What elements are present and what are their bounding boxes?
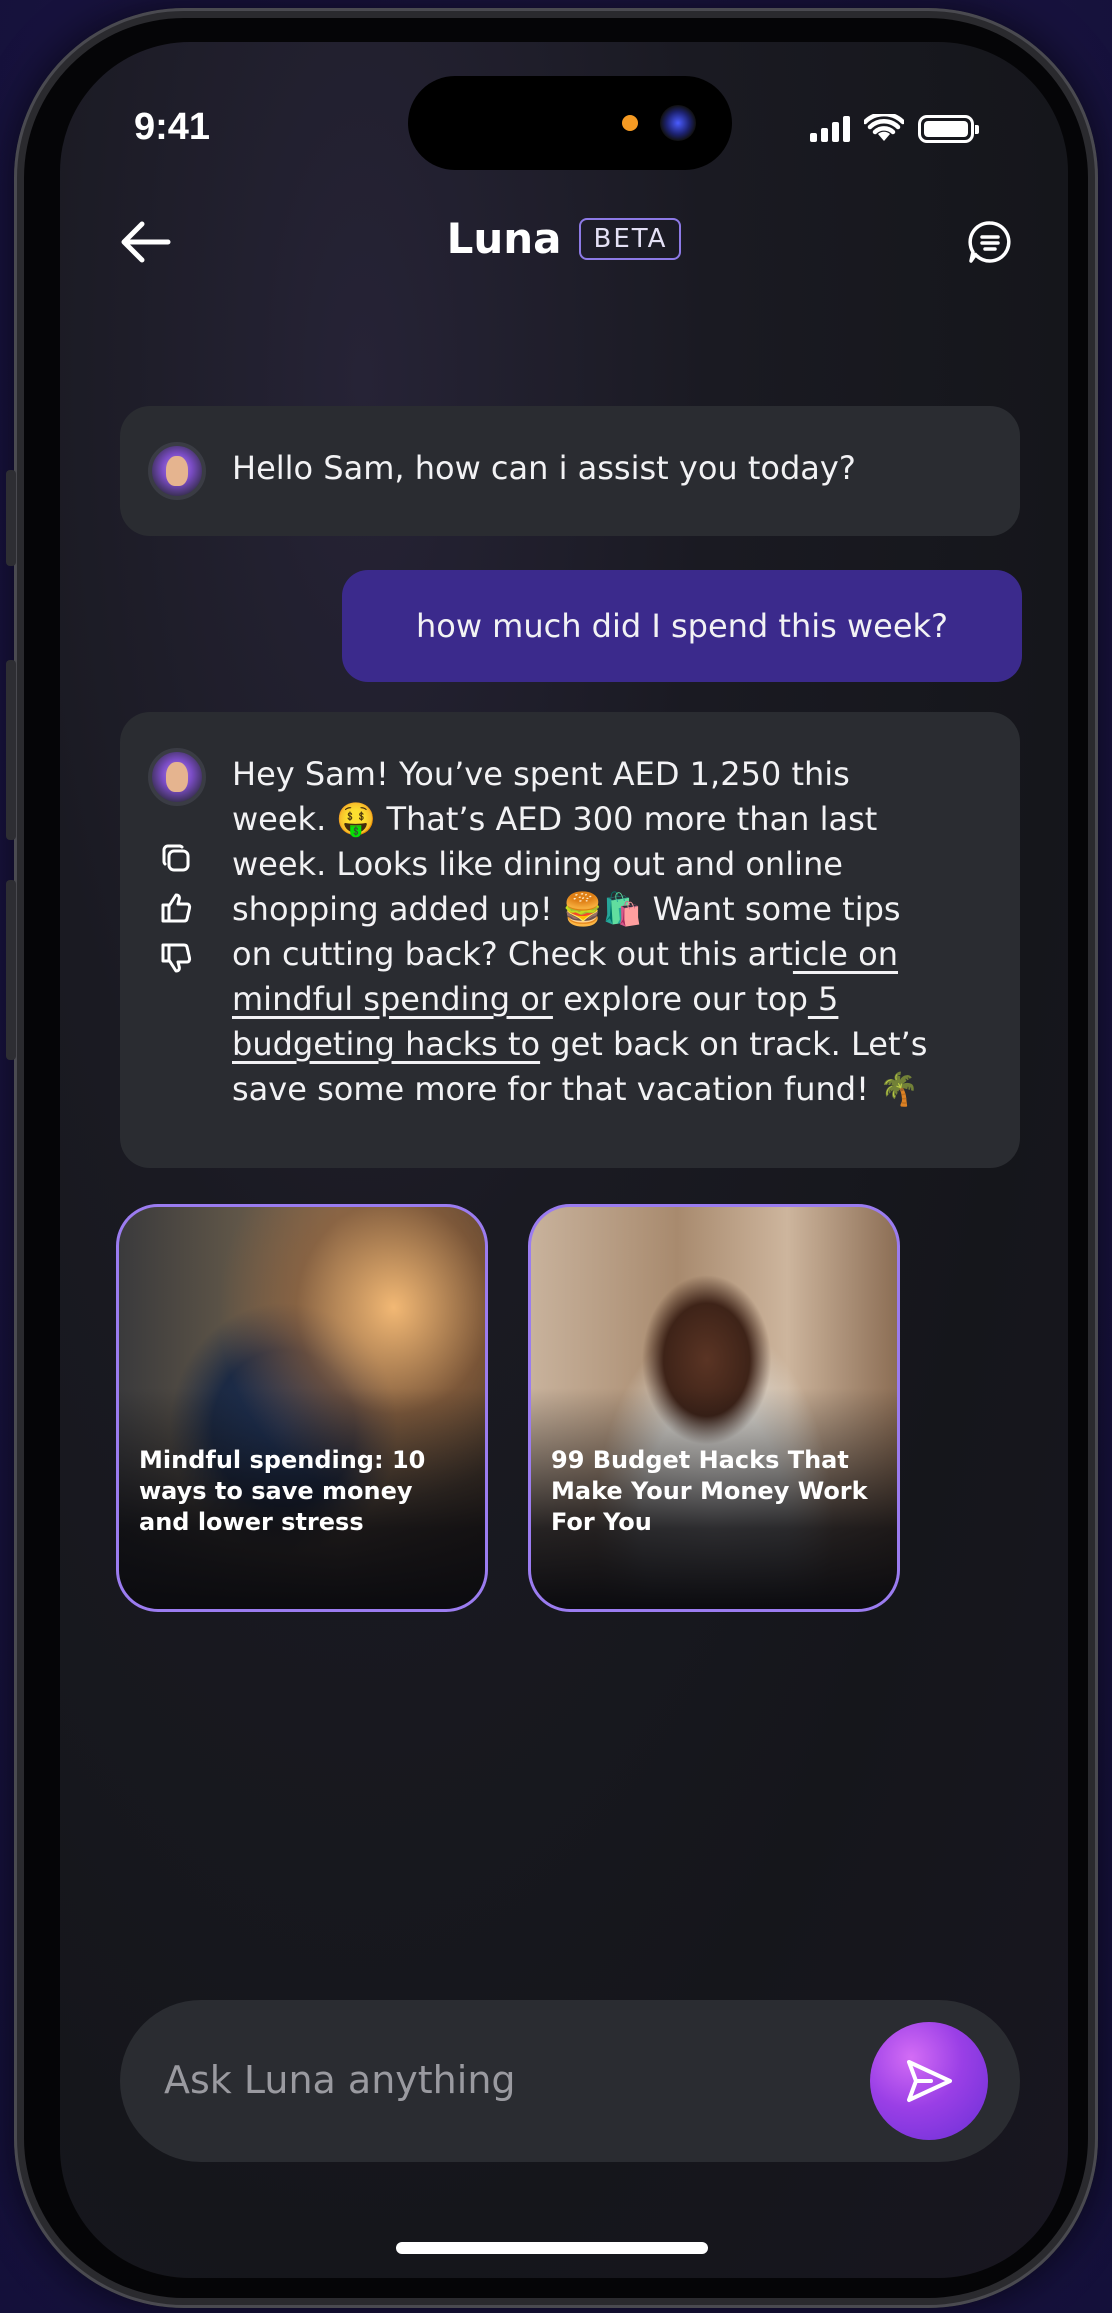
page-title: Luna (446, 214, 562, 263)
volume-up-button (6, 660, 16, 840)
camera-icon (660, 105, 696, 141)
reply-line: explore our top (552, 980, 808, 1018)
budgeting-hacks-link[interactable]: budgeting hacks to (232, 1025, 540, 1063)
ask-luna-input[interactable] (164, 2040, 844, 2120)
reply-line: Hey Sam! You’ve spent AED 1,250 this (232, 755, 850, 793)
article-card-mindful-spending[interactable]: Mindful spending: 10 ways to save money … (116, 1204, 488, 1612)
user-message: how much did I spend this week? (342, 570, 1022, 682)
wifi-icon (864, 114, 904, 141)
article-card-title: Mindful spending: 10 ways to save money … (139, 1446, 426, 1536)
title-group: Luna BETA (60, 214, 1068, 263)
send-button[interactable] (870, 2022, 988, 2140)
budgeting-hacks-link-part[interactable]: 5 (808, 980, 838, 1018)
mindful-spending-link[interactable]: mindful spending or (232, 980, 553, 1018)
bot-message-reply: Hey Sam! You’ve spent AED 1,250 this wee… (120, 712, 1020, 1168)
battery-icon (918, 115, 979, 143)
luna-avatar (148, 748, 206, 806)
luna-avatar (148, 442, 206, 500)
send-icon (907, 2060, 952, 2102)
status-time: 9:41 (134, 106, 211, 148)
article-link-part[interactable]: icle on (793, 935, 898, 973)
article-card-title: 99 Budget Hacks That Make Your Money Wor… (551, 1446, 868, 1536)
beta-badge: BETA (579, 217, 682, 260)
message-actions (158, 840, 194, 976)
volume-down-button (6, 880, 16, 1060)
privacy-indicator-dot (622, 115, 638, 131)
dynamic-island (408, 76, 732, 170)
status-icons (810, 114, 979, 144)
silent-switch (6, 470, 16, 566)
reply-line: get back on track. Let’s (540, 1025, 928, 1063)
reply-line: week. 🤑 That’s AED 300 more than last (232, 800, 878, 838)
thumbs-up-icon[interactable] (158, 890, 194, 926)
reply-line: save some more for that vacation fund! 🌴 (232, 1070, 919, 1108)
reply-line: shopping added up! 🍔🛍️ Want some tips (232, 890, 901, 928)
signal-icon (810, 116, 850, 142)
article-card-budget-hacks[interactable]: 99 Budget Hacks That Make Your Money Wor… (528, 1204, 900, 1612)
bot-reply-text: Hey Sam! You’ve spent AED 1,250 this wee… (232, 752, 962, 1112)
copy-icon[interactable] (158, 840, 194, 876)
message-composer (120, 2000, 1020, 2162)
user-message-text: how much did I spend this week? (415, 607, 949, 645)
screen: 9:41 Luna BETA Hello Sam, how can i assi… (60, 42, 1068, 2278)
home-indicator[interactable] (396, 2242, 708, 2254)
header: Luna BETA (60, 192, 1068, 292)
bot-message-greeting: Hello Sam, how can i assist you today? (120, 406, 1020, 536)
reply-line: on cutting back? Check out this art (232, 935, 793, 973)
status-bar: 9:41 (60, 42, 1068, 212)
reply-line: week. Looks like dining out and online (232, 845, 843, 883)
thumbs-down-icon[interactable] (158, 940, 194, 976)
chat-history-icon[interactable] (966, 218, 1014, 266)
bot-message-text: Hello Sam, how can i assist you today? (232, 449, 856, 487)
